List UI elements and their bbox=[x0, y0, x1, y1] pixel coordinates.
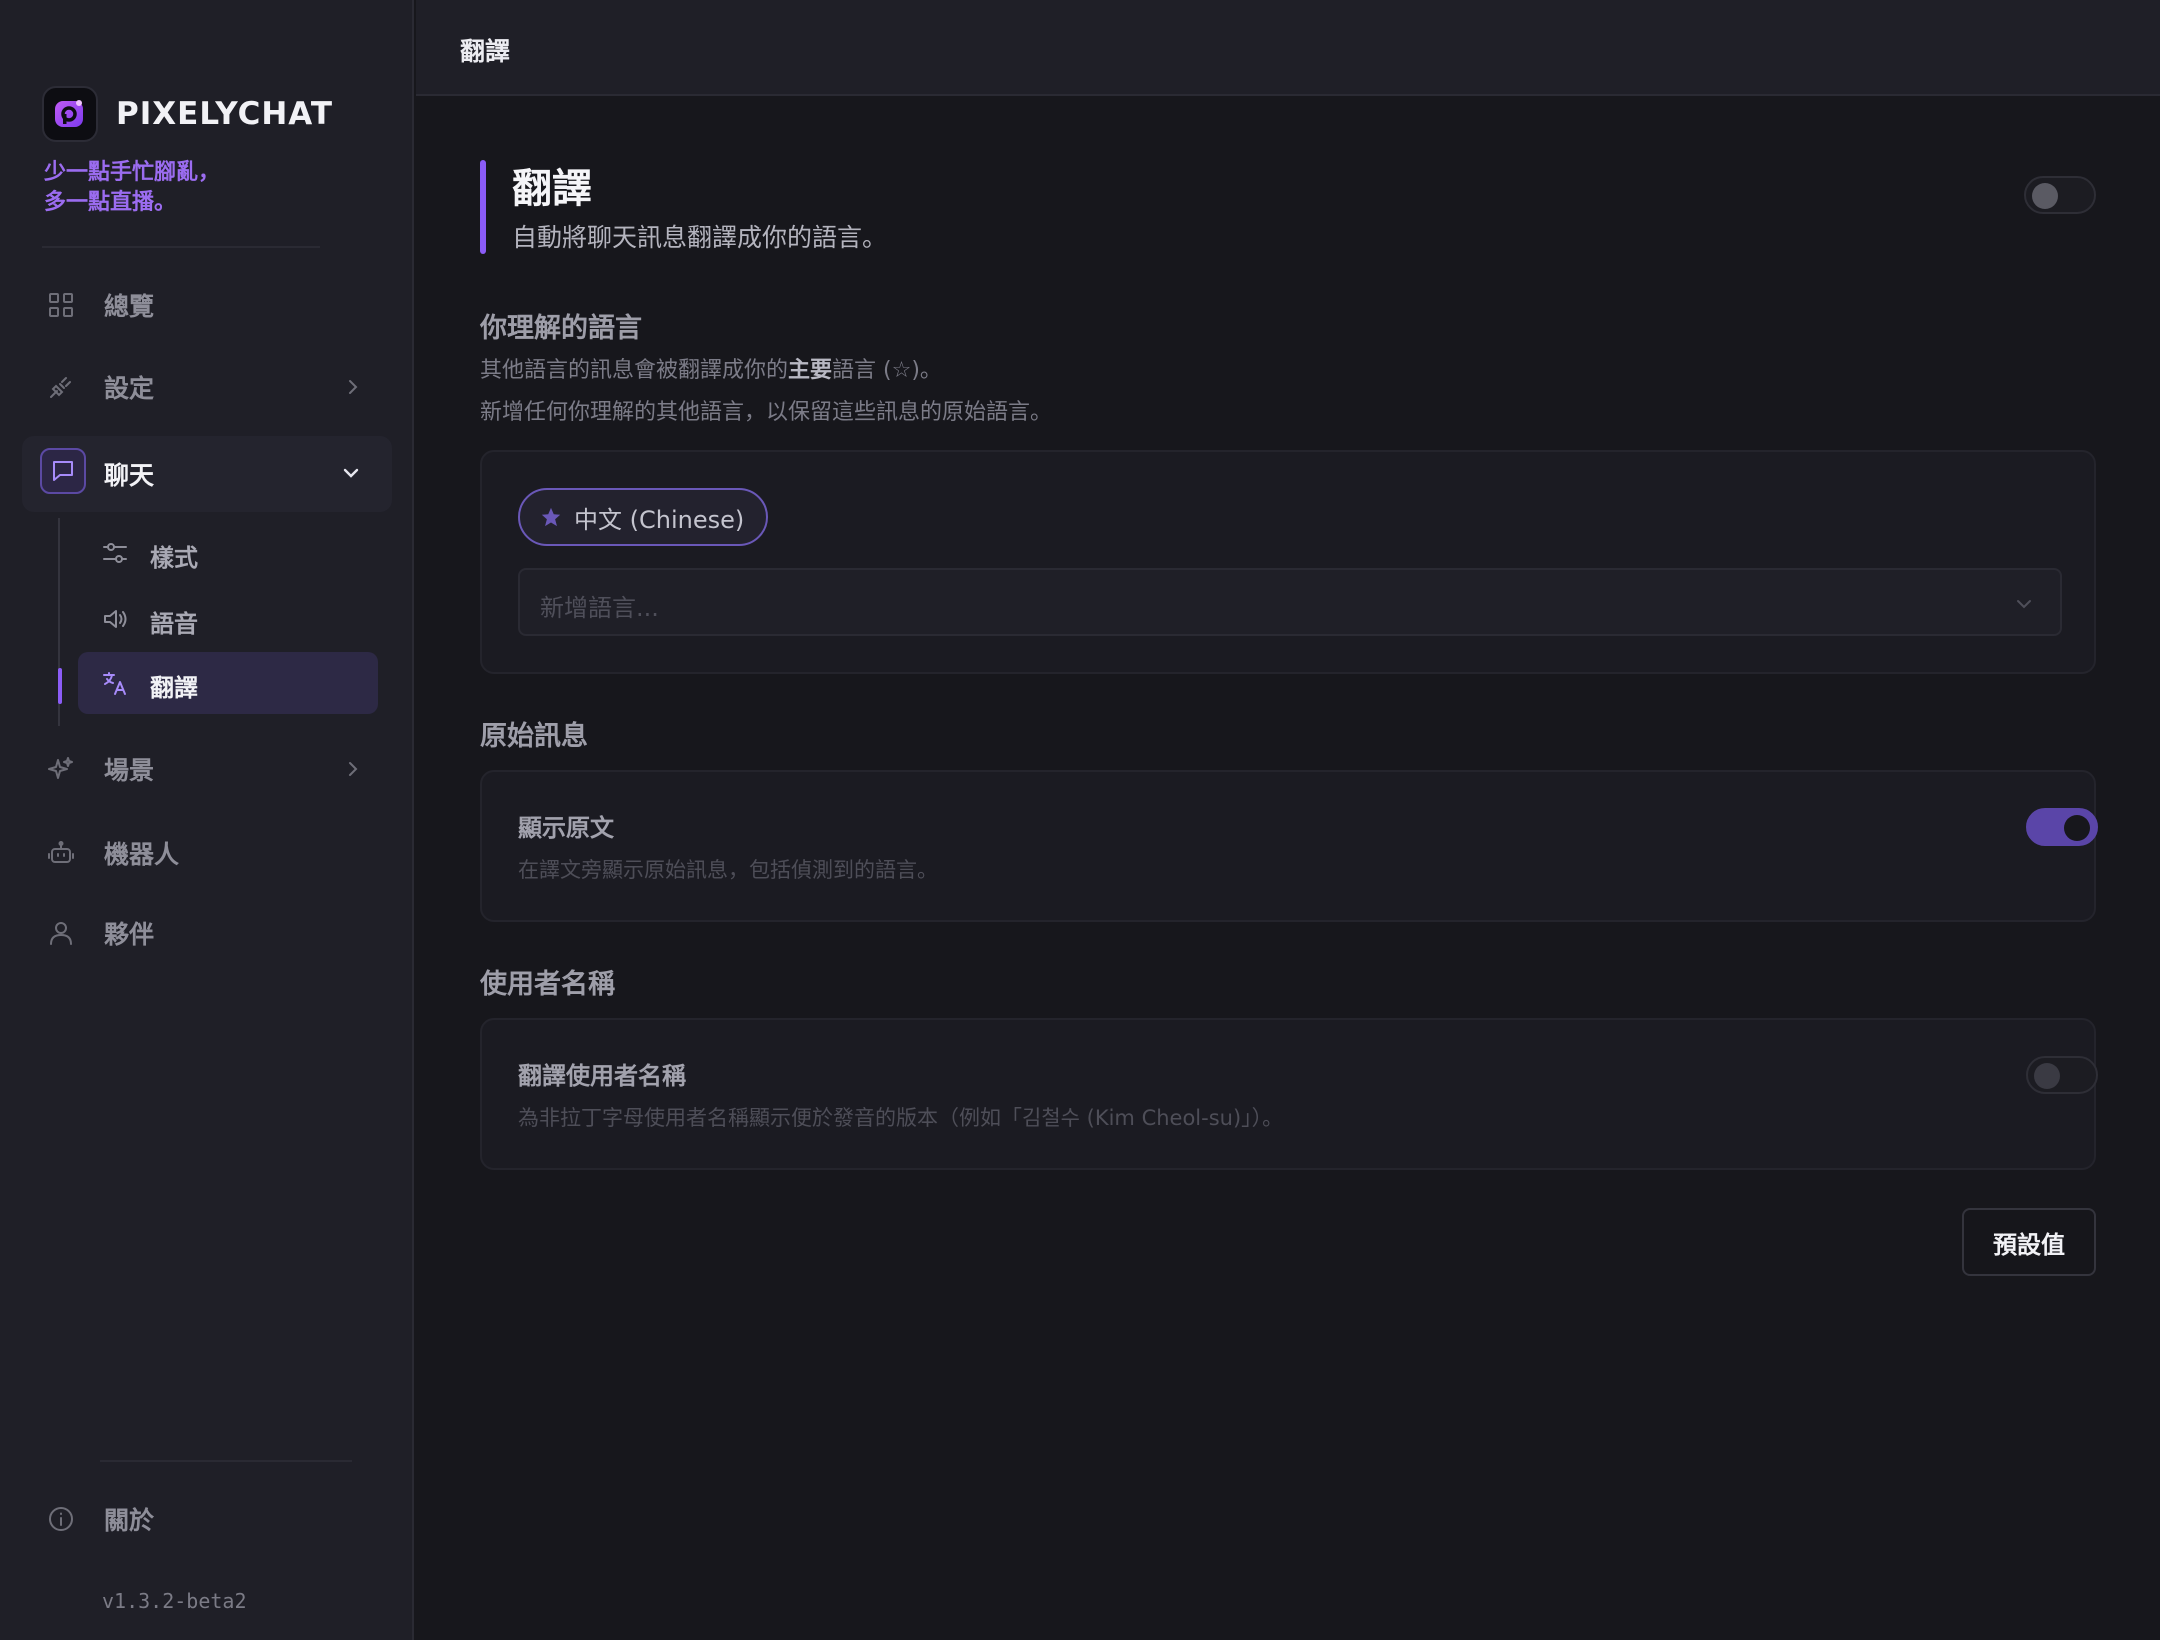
app-version: v1.3.2-beta2 bbox=[102, 1589, 247, 1613]
section-title-languages: 你理解的語言 bbox=[480, 313, 642, 344]
grid-icon bbox=[49, 293, 73, 317]
sidebar-subitem-translation[interactable]: 翻譯 bbox=[78, 652, 378, 714]
show-original-description: 在譯文旁顯示原始訊息，包括偵測到的語言。 bbox=[518, 858, 938, 882]
sidebar-item-label: 夥伴 bbox=[104, 920, 155, 949]
sidebar-item-label: 場景 bbox=[104, 756, 155, 785]
active-indicator bbox=[58, 668, 62, 704]
header-title: 翻譯 bbox=[460, 37, 511, 66]
sidebar-item-bots[interactable]: 機器人 bbox=[22, 818, 392, 888]
sidebar-item-scenes[interactable]: 場景 bbox=[22, 734, 392, 804]
chevron-right-icon bbox=[349, 380, 358, 394]
translation-enable-toggle[interactable] bbox=[2024, 176, 2096, 214]
primary-language-chip[interactable]: 中文 (Chinese) bbox=[518, 488, 769, 546]
chevron-right-icon bbox=[349, 762, 358, 776]
sparkle-icon bbox=[48, 757, 73, 779]
sidebar-divider-top bbox=[42, 246, 320, 248]
toggle-knob bbox=[2034, 1063, 2060, 1089]
sidebar-subitem-voice[interactable]: 語音 bbox=[78, 588, 378, 650]
toggle-knob bbox=[2032, 183, 2058, 209]
speaker-icon bbox=[104, 610, 127, 628]
add-language-placeholder: 新增語言... bbox=[540, 594, 659, 622]
add-language-select[interactable]: 新增語言... bbox=[518, 568, 2062, 636]
chat-icon bbox=[53, 461, 73, 481]
original-card: 顯示原文 在譯文旁顯示原始訊息，包括偵測到的語言。 bbox=[480, 770, 2098, 922]
translate-usernames-description: 為非拉丁字母使用者名稱顯示便於發音的版本（例如「김철수 (Kim Cheol-s… bbox=[518, 1106, 1284, 1130]
plug-icon bbox=[50, 377, 71, 398]
chevron-down-icon bbox=[343, 468, 359, 478]
languages-description-1: 其他語言的訊息會被翻譯成你的主要語言 (☆)。 bbox=[480, 352, 942, 384]
sidebar-item-label: 機器人 bbox=[104, 840, 180, 869]
reset-defaults-button[interactable]: 預設值 bbox=[1962, 1208, 2096, 1276]
star-icon bbox=[541, 507, 561, 527]
sidebar-item-label: 設定 bbox=[104, 374, 155, 403]
sidebar-subitem-label: 語音 bbox=[150, 610, 198, 638]
sidebar: PIXELYCHAT 少一點手忙腳亂， 多一點直播。 總覽 設定 聊天 樣式 語… bbox=[0, 0, 414, 1640]
page-description: 自動將聊天訊息翻譯成你的語言。 bbox=[512, 223, 888, 252]
sidebar-subitem-label: 樣式 bbox=[150, 544, 198, 572]
sidebar-divider-bottom bbox=[100, 1460, 352, 1462]
show-original-toggle[interactable] bbox=[2026, 808, 2098, 846]
toggle-knob bbox=[2064, 815, 2090, 841]
main-content: 翻譯 自動將聊天訊息翻譯成你的語言。 你理解的語言 其他語言的訊息會被翻譯成你的… bbox=[416, 98, 2160, 1640]
user-icon bbox=[50, 922, 72, 945]
sidebar-subitem-label: 翻譯 bbox=[150, 674, 198, 702]
desc-text: 其他語言的訊息會被翻譯成你的 bbox=[480, 358, 789, 383]
brand[interactable]: PIXELYCHAT bbox=[42, 86, 333, 142]
languages-description-2: 新增任何你理解的其他語言，以保留這些訊息的原始語言。 bbox=[480, 400, 1053, 425]
sliders-icon bbox=[103, 543, 127, 563]
app-name: PIXELYCHAT bbox=[116, 96, 334, 132]
robot-icon bbox=[48, 841, 74, 863]
chevron-down-icon bbox=[2017, 600, 2031, 609]
tagline-line-2: 多一點直播。 bbox=[44, 190, 177, 215]
sidebar-item-overview[interactable]: 總覽 bbox=[22, 270, 392, 340]
sidebar-item-settings[interactable]: 設定 bbox=[22, 352, 392, 422]
header-bar: 翻譯 bbox=[416, 0, 2160, 96]
languages-card: 中文 (Chinese) 新增語言... bbox=[480, 450, 2096, 674]
sidebar-item-chat[interactable]: 聊天 bbox=[22, 436, 392, 512]
usernames-card: 翻譯使用者名稱 為非拉丁字母使用者名稱顯示便於發音的版本（例如「김철수 (Kim… bbox=[480, 1018, 2098, 1170]
chat-icon-box bbox=[40, 448, 86, 494]
info-icon bbox=[49, 1507, 73, 1531]
tagline: 少一點手忙腳亂， 多一點直播。 bbox=[44, 158, 220, 218]
translate-usernames-toggle[interactable] bbox=[2026, 1056, 2098, 1094]
translate-icon bbox=[103, 672, 126, 695]
sidebar-item-label: 聊天 bbox=[104, 461, 155, 490]
show-original-title: 顯示原文 bbox=[518, 814, 614, 842]
desc-text: 語言 (☆)。 bbox=[832, 358, 942, 383]
sidebar-item-label: 總覽 bbox=[104, 292, 155, 321]
desc-bold: 主要 bbox=[788, 358, 833, 383]
section-title-usernames: 使用者名稱 bbox=[480, 969, 615, 1000]
primary-language-label: 中文 (Chinese) bbox=[574, 505, 745, 534]
tagline-line-1: 少一點手忙腳亂， bbox=[44, 160, 221, 185]
app-logo bbox=[42, 86, 98, 142]
sidebar-item-partners[interactable]: 夥伴 bbox=[22, 898, 392, 968]
sidebar-item-label: 關於 bbox=[104, 1506, 155, 1535]
section-title-original: 原始訊息 bbox=[480, 721, 588, 752]
translate-usernames-title: 翻譯使用者名稱 bbox=[518, 1062, 686, 1090]
sidebar-subitem-style[interactable]: 樣式 bbox=[78, 522, 378, 584]
title-accent-bar bbox=[480, 160, 486, 254]
sidebar-item-about[interactable]: 關於 bbox=[22, 1484, 392, 1554]
page-title: 翻譯 bbox=[512, 166, 592, 212]
